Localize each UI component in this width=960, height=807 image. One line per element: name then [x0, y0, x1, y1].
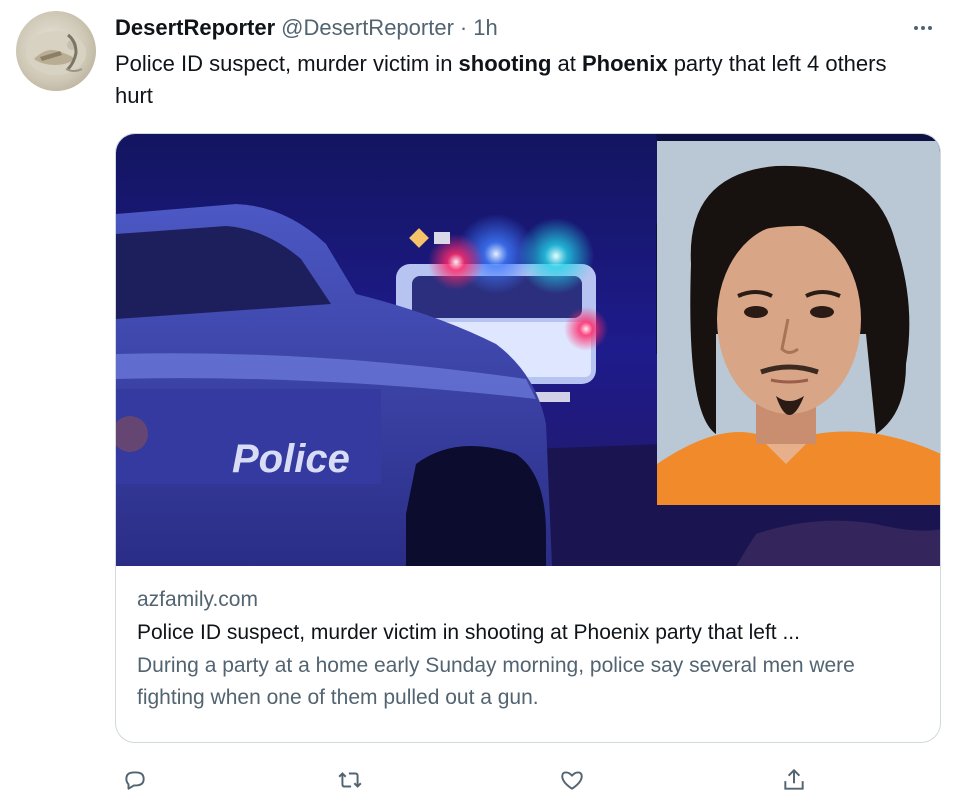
more-button[interactable]	[906, 14, 940, 42]
share-icon	[784, 768, 804, 790]
mugshot	[657, 141, 940, 505]
news-image: olice Police	[116, 134, 940, 566]
avatar-image	[26, 31, 86, 75]
tweet-text-part: Police ID suspect, murder victim in	[115, 51, 459, 76]
tweet-text-part: at	[551, 51, 582, 76]
car-police-text: Police	[232, 437, 350, 481]
more-icon	[914, 26, 932, 30]
tweet-text-bold: Phoenix	[582, 51, 668, 76]
author-name[interactable]: DesertReporter	[115, 15, 275, 41]
like-icon	[561, 771, 583, 790]
card-description: During a party at a home early Sunday mo…	[137, 654, 855, 709]
card-title[interactable]: Police ID suspect, murder victim in shoo…	[137, 616, 922, 650]
action-bar	[115, 762, 941, 798]
like-button[interactable]	[554, 762, 590, 798]
link-card[interactable]: olice Police	[115, 133, 941, 743]
timestamp[interactable]: 1h	[473, 15, 497, 41]
tweet-text-bold: shooting	[458, 51, 552, 76]
card-image: olice Police	[116, 134, 940, 566]
card-body: azfamily.com Police ID suspect, murder v…	[137, 584, 927, 714]
share-button[interactable]	[776, 762, 812, 798]
retweet-button[interactable]	[332, 762, 368, 798]
reply-button[interactable]	[117, 762, 153, 798]
separator: ·	[459, 15, 468, 40]
avatar[interactable]	[16, 11, 96, 91]
author-handle[interactable]: @DesertReporter	[281, 15, 454, 41]
tweet-header: DesertReporter @DesertReporter · 1h	[115, 14, 498, 42]
card-domain: azfamily.com	[137, 588, 258, 611]
retweet-icon	[338, 772, 362, 788]
reply-icon	[125, 771, 145, 790]
tweet-text: Police ID suspect, murder victim in shoo…	[115, 48, 930, 112]
